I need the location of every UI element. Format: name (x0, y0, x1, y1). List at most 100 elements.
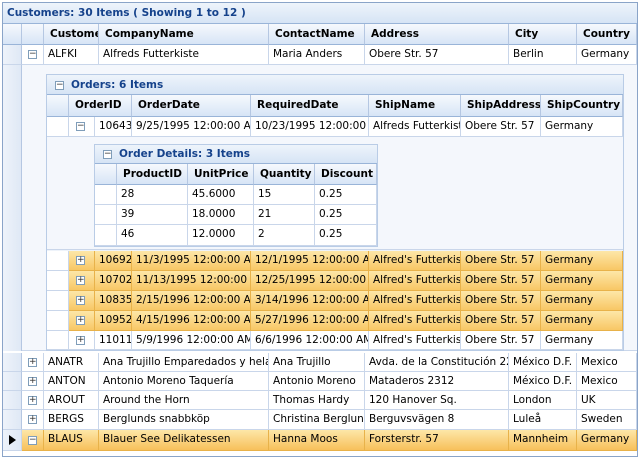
col-header-requireddate[interactable]: RequiredDate (251, 95, 369, 117)
col-header-country[interactable]: Country (577, 24, 637, 45)
cell-productid[interactable]: 46 (117, 225, 188, 246)
cell-shipaddress[interactable]: Obere Str. 57 (461, 291, 541, 311)
cell-quantity[interactable]: 15 (254, 185, 315, 205)
cell-orderid[interactable]: 11011 (95, 331, 132, 350)
expander-cell[interactable]: + (69, 291, 95, 311)
cell-requireddate[interactable]: 5/27/1996 12:00:00 AM (251, 311, 369, 331)
cell-address[interactable]: Avda. de la Constitución 2222 (365, 353, 509, 372)
cell-customerid[interactable]: AROUT (44, 391, 99, 410)
expander-cell[interactable]: + (69, 271, 95, 291)
cell-customerid[interactable]: ALFKI (44, 45, 99, 65)
cell-orderdate[interactable]: 2/15/1996 12:00:00 AM (132, 291, 251, 311)
cell-city[interactable]: Berlin (509, 45, 577, 65)
cell-discount[interactable]: 0.25 (315, 225, 377, 246)
cell-orderdate[interactable]: 4/15/1996 12:00:00 AM (132, 311, 251, 331)
col-header-companyname[interactable]: CompanyName (99, 24, 269, 45)
expander-cell[interactable]: + (22, 391, 44, 410)
col-header-unitprice[interactable]: UnitPrice (188, 164, 254, 185)
col-header-orderid[interactable]: OrderID (69, 95, 132, 117)
cell-orderdate[interactable]: 11/13/1995 12:00:00 AM (132, 271, 251, 291)
cell-address[interactable]: Mataderos 2312 (365, 372, 509, 391)
cell-customerid[interactable]: ANATR (44, 353, 99, 372)
cell-shipcountry[interactable]: Germany (541, 251, 623, 271)
expander-cell[interactable]: − (22, 45, 44, 65)
cell-requireddate[interactable]: 12/1/1995 12:00:00 AM (251, 251, 369, 271)
col-header-contactname[interactable]: ContactName (269, 24, 365, 45)
cell-companyname[interactable]: Alfreds Futterkiste (99, 45, 269, 65)
cell-contactname[interactable]: Ana Trujillo (269, 353, 365, 372)
cell-country[interactable]: Mexico (577, 372, 637, 391)
cell-city[interactable]: Mannheim (509, 430, 577, 451)
expander-cell[interactable]: + (22, 410, 44, 430)
cell-contactname[interactable]: Hanna Moos (269, 430, 365, 451)
cell-contactname[interactable]: Thomas Hardy (269, 391, 365, 410)
cell-orderid[interactable]: 10692 (95, 251, 132, 271)
cell-companyname[interactable]: Antonio Moreno Taquería (99, 372, 269, 391)
minus-icon[interactable]: − (103, 150, 112, 159)
col-header-shipname[interactable]: ShipName (369, 95, 461, 117)
plus-icon[interactable]: + (76, 336, 85, 345)
col-header-shipcountry[interactable]: ShipCountry (541, 95, 623, 117)
cell-orderid[interactable]: 10702 (95, 271, 132, 291)
cell-companyname[interactable]: Berglunds snabbköp (99, 410, 269, 430)
cell-address[interactable]: Obere Str. 57 (365, 45, 509, 65)
cell-country[interactable]: Mexico (577, 353, 637, 372)
cell-companyname[interactable]: Around the Horn (99, 391, 269, 410)
col-header-customerid[interactable]: CustomerID (44, 24, 99, 45)
expander-cell[interactable]: + (69, 331, 95, 350)
cell-contactname[interactable]: Maria Anders (269, 45, 365, 65)
cell-shipcountry[interactable]: Germany (541, 291, 623, 311)
plus-icon[interactable]: + (28, 415, 37, 424)
minus-icon[interactable]: − (76, 122, 85, 131)
plus-icon[interactable]: + (28, 358, 37, 367)
cell-orderdate[interactable]: 5/9/1996 12:00:00 AM (132, 331, 251, 350)
cell-shipname[interactable]: Alfred's Futterkiste (369, 331, 461, 350)
cell-orderdate[interactable]: 9/25/1995 12:00:00 AM (132, 117, 251, 137)
cell-customerid[interactable]: ANTON (44, 372, 99, 391)
cell-contactname[interactable]: Christina Berglund (269, 410, 365, 430)
minus-icon[interactable]: − (28, 50, 37, 59)
cell-customerid[interactable]: BLAUS (44, 430, 99, 451)
cell-shipcountry[interactable]: Germany (541, 271, 623, 291)
plus-icon[interactable]: + (76, 296, 85, 305)
expander-cell[interactable]: − (22, 430, 44, 451)
cell-shipcountry[interactable]: Germany (541, 311, 623, 331)
customers-grid[interactable]: Customers: 30 Items ( Showing 1 to 12 ) … (2, 2, 638, 457)
cell-unitprice[interactable]: 45.6000 (188, 185, 254, 205)
cell-orderid[interactable]: 10952 (95, 311, 132, 331)
cell-country[interactable]: UK (577, 391, 637, 410)
expander-cell[interactable]: + (22, 372, 44, 391)
expander-cell[interactable]: + (69, 311, 95, 331)
cell-city[interactable]: México D.F. (509, 353, 577, 372)
minus-icon[interactable]: − (28, 436, 37, 445)
cell-productid[interactable]: 28 (117, 185, 188, 205)
col-header-shipaddress[interactable]: ShipAddress (461, 95, 541, 117)
cell-requireddate[interactable]: 6/6/1996 12:00:00 AM (251, 331, 369, 350)
cell-shipname[interactable]: Alfred's Futterkiste (369, 251, 461, 271)
col-header-quantity[interactable]: Quantity (254, 164, 315, 185)
cell-unitprice[interactable]: 18.0000 (188, 205, 254, 225)
cell-productid[interactable]: 39 (117, 205, 188, 225)
cell-contactname[interactable]: Antonio Moreno (269, 372, 365, 391)
col-header-productid[interactable]: ProductID (117, 164, 188, 185)
cell-shipname[interactable]: Alfred's Futterkiste (369, 271, 461, 291)
cell-country[interactable]: Germany (577, 45, 637, 65)
cell-shipcountry[interactable]: Germany (541, 331, 623, 350)
cell-shipcountry[interactable]: Germany (541, 117, 623, 137)
cell-requireddate[interactable]: 10/23/1995 12:00:00 AM (251, 117, 369, 137)
cell-quantity[interactable]: 21 (254, 205, 315, 225)
plus-icon[interactable]: + (28, 377, 37, 386)
cell-shipaddress[interactable]: Obere Str. 57 (461, 117, 541, 137)
col-header-address[interactable]: Address (365, 24, 509, 45)
cell-shipaddress[interactable]: Obere Str. 57 (461, 331, 541, 350)
cell-companyname[interactable]: Ana Trujillo Emparedados y helados (99, 353, 269, 372)
cell-discount[interactable]: 0.25 (315, 185, 377, 205)
cell-shipaddress[interactable]: Obere Str. 57 (461, 271, 541, 291)
cell-country[interactable]: Sweden (577, 410, 637, 430)
cell-country[interactable]: Germany (577, 430, 637, 451)
cell-shipaddress[interactable]: Obere Str. 57 (461, 311, 541, 331)
cell-address[interactable]: Forsterstr. 57 (365, 430, 509, 451)
col-header-orderdate[interactable]: OrderDate (132, 95, 251, 117)
expander-cell[interactable]: + (22, 353, 44, 372)
plus-icon[interactable]: + (76, 276, 85, 285)
